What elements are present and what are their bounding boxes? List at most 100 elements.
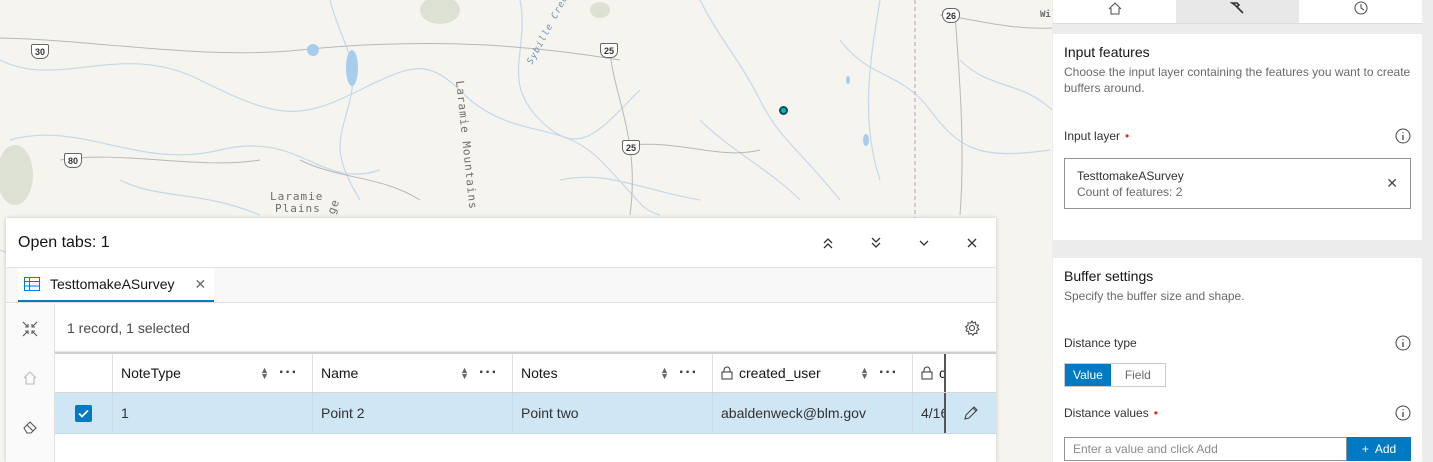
route-shield-25b: 25 — [622, 140, 640, 155]
add-button-label: Add — [1374, 442, 1397, 456]
double-chevron-down-icon — [871, 237, 881, 248]
records-count: 1 record, 1 selected — [67, 319, 190, 336]
clear-layer-icon[interactable]: ✕ — [1386, 175, 1398, 192]
route-shield-25a: 25 — [600, 43, 618, 58]
column-header-created-user[interactable]: created_user ▲ ▼ ··· — [713, 354, 913, 392]
minimize-button[interactable] — [852, 219, 900, 267]
input-layer-label: Input layer — [1064, 129, 1121, 143]
distance-value-input[interactable] — [1064, 437, 1347, 461]
grid-header: NoteType ▲ ▼ ··· Name ▲ ▼ ··· Notes ▲ ▼ ···… — [55, 352, 996, 393]
required-indicator: • — [1125, 129, 1130, 143]
tab-label: TesttomakeASurvey — [50, 276, 175, 292]
sort-icon[interactable]: ▲ ▼ — [860, 366, 869, 381]
cell-name[interactable]: Point 2 — [313, 393, 513, 433]
input-features-description: Choose the input layer containing the fe… — [1064, 65, 1411, 95]
buffer-settings-section: Buffer settings Specify the buffer size … — [1053, 258, 1422, 462]
route-shield-30: 30 — [31, 44, 49, 59]
map-feature-point[interactable] — [779, 106, 788, 115]
table-settings-button[interactable] — [948, 319, 996, 336]
required-indicator: • — [1153, 406, 1158, 420]
map-label-plains: Plains — [275, 202, 321, 215]
input-layer-selector[interactable]: TesttomakeASurvey Count of features: 2 ✕ — [1064, 158, 1411, 209]
tab-tools[interactable] — [1176, 0, 1299, 23]
table-toolbar — [6, 304, 55, 462]
home-icon — [23, 370, 37, 385]
column-menu-icon[interactable]: ··· — [279, 364, 298, 382]
zoom-to-icon — [22, 321, 38, 336]
sort-icon[interactable]: ▲ ▼ — [660, 366, 669, 381]
distance-values-label: Distance values — [1064, 406, 1149, 420]
gear-icon — [964, 319, 980, 336]
feature-count: Count of features: 2 — [1077, 184, 1183, 199]
collapse-button[interactable] — [900, 219, 948, 267]
input-features-heading: Input features — [1064, 44, 1150, 60]
clear-selection-button[interactable] — [6, 402, 54, 451]
buffer-settings-heading: Buffer settings — [1064, 268, 1154, 284]
cell-notes[interactable]: Point two — [513, 393, 713, 433]
route-shield-26: 26 — [942, 8, 960, 23]
column-header-name[interactable]: Name ▲ ▼ ··· — [313, 354, 513, 392]
select-all-cell[interactable] — [55, 354, 113, 392]
close-panel-button[interactable] — [948, 219, 996, 267]
records-bar: 1 record, 1 selected — [55, 304, 996, 352]
column-header-notetype[interactable]: NoteType ▲ ▼ ··· — [113, 354, 313, 392]
table-tabs: TesttomakeASurvey ✕ — [6, 268, 996, 303]
distance-type-value-option[interactable]: Value — [1065, 364, 1111, 386]
buffer-tool-panel: Input features Choose the input layer co… — [1052, 0, 1433, 462]
edit-row-button[interactable] — [946, 393, 996, 433]
info-icon[interactable] — [1395, 405, 1411, 421]
table-icon — [24, 277, 40, 291]
cell-created-user[interactable]: abaldenweck@blm.gov — [713, 393, 913, 433]
close-icon — [967, 238, 977, 247]
tab-home[interactable] — [1053, 0, 1176, 23]
plus-icon: + — [1361, 442, 1369, 456]
tab-testtomakeasurvey[interactable]: TesttomakeASurvey ✕ — [18, 268, 215, 302]
table-panel-header: Open tabs: 1 — [6, 218, 996, 268]
cell-truncated-date[interactable]: 4/16 — [913, 393, 946, 433]
distance-type-label: Distance type — [1064, 336, 1137, 350]
pencil-icon — [964, 406, 978, 420]
lock-icon — [721, 366, 733, 380]
chevron-down-icon — [919, 240, 929, 246]
eraser-icon — [23, 420, 37, 434]
map-label-wi: Wi — [1040, 10, 1051, 20]
column-menu-icon[interactable]: ··· — [879, 364, 898, 382]
row-checkbox[interactable] — [75, 404, 92, 422]
route-shield-80: 80 — [64, 153, 82, 168]
input-features-section: Input features Choose the input layer co… — [1053, 34, 1422, 240]
attribute-table-panel: Open tabs: 1 TesttomakeASurvey ✕ 1 recor… — [6, 218, 996, 462]
selected-layer-name: TesttomakeASurvey — [1077, 168, 1184, 183]
column-header-truncated[interactable]: c — [913, 354, 946, 392]
add-distance-button[interactable]: + Add — [1347, 437, 1411, 461]
column-menu-icon[interactable]: ··· — [679, 364, 698, 382]
distance-type-field-option[interactable]: Field — [1111, 364, 1165, 386]
maximize-button[interactable] — [804, 219, 852, 267]
close-tab-icon[interactable]: ✕ — [195, 276, 207, 293]
cell-notetype[interactable]: 1 — [113, 393, 313, 433]
panel-tabs — [1053, 0, 1422, 24]
info-icon[interactable] — [1395, 128, 1411, 144]
hammer-icon — [1229, 2, 1244, 14]
lock-icon — [921, 366, 933, 380]
attribute-grid: NoteType ▲ ▼ ··· Name ▲ ▼ ··· Notes ▲ ▼ ···… — [55, 352, 996, 434]
column-menu-icon[interactable]: ··· — [479, 364, 498, 382]
open-tabs-title: Open tabs: 1 — [18, 233, 110, 251]
table-row[interactable]: 1 Point 2 Point two abaldenweck@blm.gov … — [55, 393, 996, 434]
distance-value-input-group: + Add — [1064, 437, 1411, 461]
sort-icon[interactable]: ▲ ▼ — [260, 366, 269, 381]
info-icon[interactable] — [1395, 335, 1411, 351]
zoom-to-selection-button[interactable] — [6, 304, 54, 353]
distance-type-row: Distance type — [1064, 335, 1411, 351]
history-icon — [1353, 1, 1368, 15]
home-button[interactable] — [6, 353, 54, 402]
checkmark-icon — [78, 409, 89, 418]
distance-values-row: Distance values • — [1064, 405, 1411, 421]
column-header-notes[interactable]: Notes ▲ ▼ ··· — [513, 354, 713, 392]
home-icon — [1108, 2, 1121, 15]
sort-icon[interactable]: ▲ ▼ — [460, 366, 469, 381]
double-chevron-up-icon — [823, 237, 833, 248]
row-select-cell[interactable] — [55, 393, 113, 433]
buffer-settings-description: Specify the buffer size and shape. — [1064, 289, 1245, 303]
input-layer-row: Input layer • — [1064, 128, 1411, 144]
tab-history[interactable] — [1299, 0, 1422, 23]
